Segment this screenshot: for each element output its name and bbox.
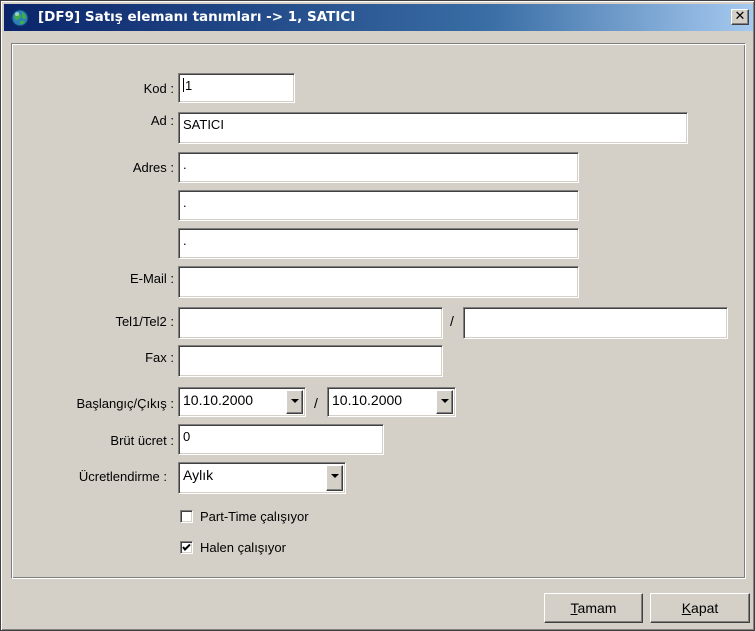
email-label: E-Mail : bbox=[129, 271, 174, 286]
kod-label: Kod : bbox=[143, 81, 174, 96]
adres-label: Adres : bbox=[132, 160, 174, 175]
ucretlendirme-dropdown-button[interactable] bbox=[326, 465, 343, 491]
ucretlendirme-value: Aylık bbox=[183, 467, 214, 483]
part-time-checkbox-box[interactable] bbox=[180, 510, 193, 523]
halen-label: Halen çalışıyor bbox=[200, 540, 286, 555]
ucretlendirme-select[interactable]: Aylık bbox=[178, 462, 346, 494]
dates-label: Başlangıç/Çıkış : bbox=[76, 396, 174, 411]
adres-line-1-value: . bbox=[183, 157, 187, 172]
globe-app-icon bbox=[11, 9, 29, 27]
tel-label: Tel1/Tel2 : bbox=[115, 314, 174, 329]
tamam-label-rest: amam bbox=[577, 600, 617, 616]
ad-input[interactable]: SATICI bbox=[178, 112, 688, 144]
kod-input[interactable]: 1 bbox=[178, 73, 295, 103]
adres-line-3-input[interactable]: . bbox=[178, 228, 579, 259]
adres-line-2-value: . bbox=[183, 195, 187, 210]
fax-input[interactable] bbox=[178, 345, 443, 377]
close-icon: ✕ bbox=[734, 9, 746, 24]
halen-checkbox[interactable]: Halen çalışıyor bbox=[180, 540, 380, 558]
end-date-value: 10.10.2000 bbox=[332, 392, 403, 408]
tamam-button[interactable]: Tamam bbox=[544, 593, 643, 623]
brut-ucret-value: 0 bbox=[183, 429, 191, 444]
tel-separator: / bbox=[450, 313, 454, 329]
kod-value: 1 bbox=[185, 78, 193, 93]
title-bar[interactable]: [DF9] Satış elemanı tanımları -> 1, SATI… bbox=[4, 4, 753, 31]
brut-ucret-label: Brüt ücret : bbox=[110, 433, 174, 448]
kapat-mnemonic: K bbox=[681, 600, 692, 616]
ad-value: SATICI bbox=[183, 117, 224, 132]
end-date-picker[interactable]: 10.10.2000 bbox=[327, 387, 456, 417]
window-title: [DF9] Satış elemanı tanımları -> 1, SATI… bbox=[38, 9, 356, 25]
text-caret bbox=[183, 78, 184, 92]
adres-line-3-value: . bbox=[183, 233, 187, 248]
chevron-down-icon bbox=[291, 399, 299, 403]
halen-checkbox-box[interactable] bbox=[180, 541, 193, 554]
ad-label: Ad : bbox=[150, 113, 174, 128]
kapat-label-rest: apat bbox=[691, 600, 719, 616]
end-date-dropdown-button[interactable] bbox=[436, 390, 453, 414]
brut-ucret-input[interactable]: 0 bbox=[178, 424, 384, 455]
start-date-value: 10.10.2000 bbox=[183, 392, 254, 408]
adres-line-1-input[interactable]: . bbox=[178, 152, 579, 183]
chevron-down-icon bbox=[331, 474, 339, 478]
ucretlendirme-label: Ücretlendirme : bbox=[78, 469, 167, 484]
part-time-checkbox[interactable]: Part-Time çalışıyor bbox=[180, 509, 380, 527]
tel1-input[interactable] bbox=[178, 307, 443, 339]
start-date-picker[interactable]: 10.10.2000 bbox=[178, 387, 306, 417]
adres-line-2-input[interactable]: . bbox=[178, 190, 579, 221]
tamam-mnemonic: T bbox=[570, 600, 578, 616]
tel2-input[interactable] bbox=[463, 307, 728, 339]
part-time-label: Part-Time çalışıyor bbox=[200, 509, 309, 524]
fax-label: Fax : bbox=[145, 350, 174, 365]
email-input[interactable] bbox=[178, 266, 579, 298]
kapat-button[interactable]: Kapat bbox=[650, 593, 750, 623]
start-date-dropdown-button[interactable] bbox=[286, 390, 303, 414]
chevron-down-icon bbox=[441, 399, 449, 403]
checkmark-icon bbox=[182, 543, 191, 551]
close-window-button[interactable]: ✕ bbox=[731, 9, 749, 25]
dates-separator: / bbox=[314, 395, 318, 411]
dialog-window: [DF9] Satış elemanı tanımları -> 1, SATI… bbox=[0, 0, 755, 631]
